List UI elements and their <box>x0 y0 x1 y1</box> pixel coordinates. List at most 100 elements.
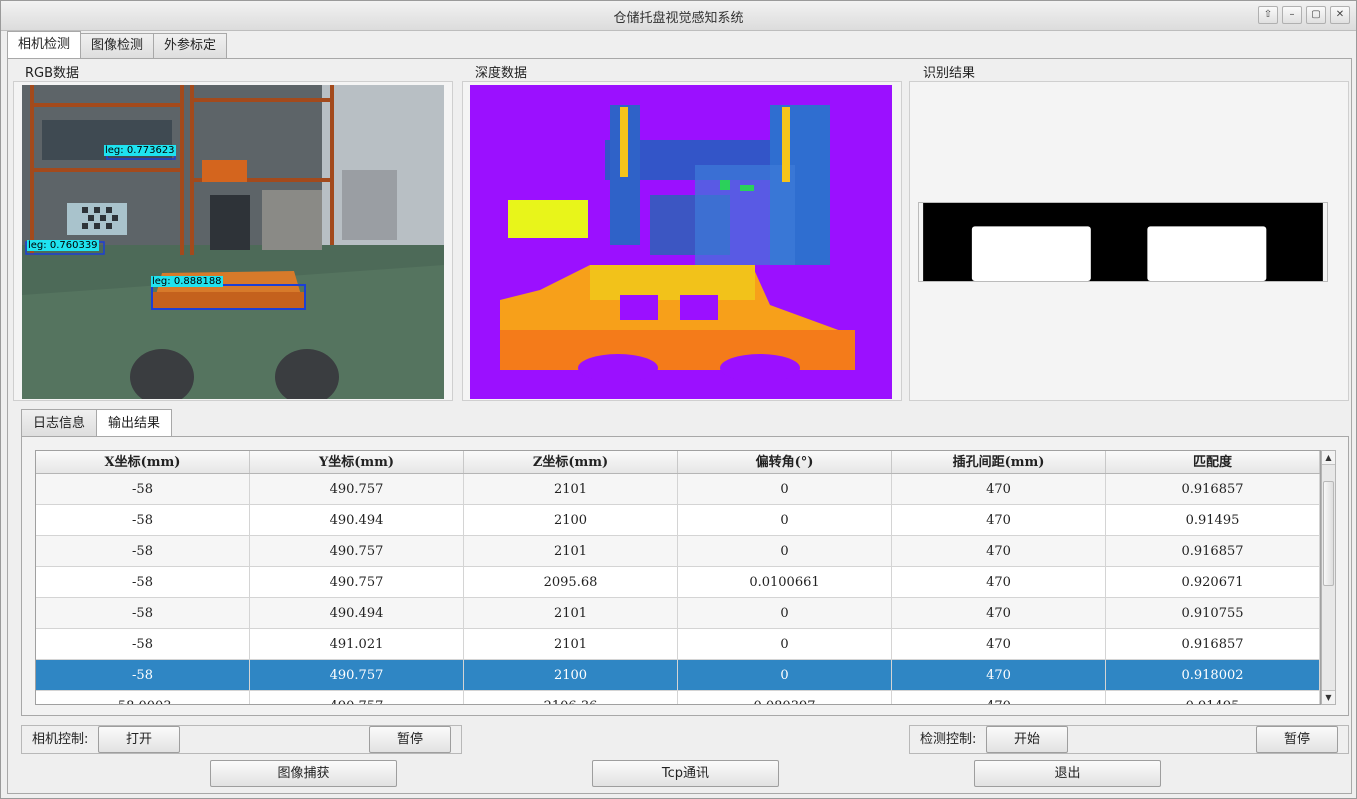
results-table[interactable]: X坐标(mm) Y坐标(mm) Z坐标(mm) 偏转角(°) 插孔间距(mm) … <box>35 450 1321 705</box>
table-row[interactable]: -58 490.494 2101 0 470 0.910755 <box>36 598 1320 629</box>
table-cell: 2101 <box>464 474 678 504</box>
scroll-down-icon[interactable]: ▼ <box>1322 690 1335 704</box>
result-image-panel <box>909 81 1349 401</box>
table-cell: 2101 <box>464 629 678 659</box>
table-row[interactable]: -58 490.757 2100 0 470 0.918002 <box>36 660 1320 691</box>
table-body: -58 490.757 2101 0 470 0.916857 -58 490.494 2100… <box>36 474 1320 704</box>
table-cell: 470 <box>892 691 1106 704</box>
maximize-button[interactable]: ▢ <box>1306 6 1326 24</box>
rgb-panel-label: RGB数据 <box>25 66 80 81</box>
table-header: X坐标(mm) Y坐标(mm) Z坐标(mm) 偏转角(°) 插孔间距(mm) … <box>36 451 1320 474</box>
table-cell: -58 <box>36 598 250 628</box>
table-cell: -58 <box>36 536 250 566</box>
detection-label: leg: 0.760339 <box>27 240 99 251</box>
table-cell: -58 <box>36 505 250 535</box>
table-cell: 0.916857 <box>1106 474 1320 504</box>
detect-start-button[interactable]: 开始 <box>986 726 1068 753</box>
table-cell: 470 <box>892 598 1106 628</box>
detection-label: leg: 0.888188 <box>151 276 223 287</box>
table-cell: 490.757 <box>250 536 464 566</box>
table-vertical-scrollbar[interactable]: ▲ ▼ <box>1321 450 1336 705</box>
scrollbar-thumb[interactable] <box>1323 481 1334 586</box>
table-cell: -58 <box>36 567 250 597</box>
tcp-communication-button[interactable]: Tcp通讯 <box>592 760 779 787</box>
app-window: 仓储托盘视觉感知系统 ⇧ – ▢ ✕ 相机检测 图像检测 外参标定 RGB数据 … <box>0 0 1357 799</box>
table-cell: 2101 <box>464 536 678 566</box>
table-cell: 490.757 <box>250 474 464 504</box>
table-cell: 0.910755 <box>1106 598 1320 628</box>
table-cell: 470 <box>892 505 1106 535</box>
tab-log-info[interactable]: 日志信息 <box>21 409 98 436</box>
main-tab-bar: 相机检测 图像检测 外参标定 <box>7 31 228 58</box>
table-cell: 2101 <box>464 598 678 628</box>
column-header-match-score[interactable]: 匹配度 <box>1106 451 1320 473</box>
table-cell: 470 <box>892 629 1106 659</box>
table-cell: 0.916857 <box>1106 629 1320 659</box>
column-header-hole-spacing[interactable]: 插孔间距(mm) <box>892 451 1106 473</box>
camera-pause-button[interactable]: 暂停 <box>369 726 451 753</box>
close-button[interactable]: ✕ <box>1330 6 1350 24</box>
table-cell: 0 <box>678 629 892 659</box>
table-cell: 490.494 <box>250 505 464 535</box>
depth-image-panel <box>462 81 902 401</box>
table-row[interactable]: -58 490.757 2095.68 0.0100661 470 0.920671 <box>36 567 1320 598</box>
exit-button[interactable]: 退出 <box>974 760 1161 787</box>
column-header-z[interactable]: Z坐标(mm) <box>464 451 678 473</box>
table-cell: 0.918002 <box>1106 660 1320 690</box>
pin-window-button[interactable]: ⇧ <box>1258 6 1278 24</box>
camera-control-label: 相机控制: <box>32 732 89 747</box>
rgb-image-panel: leg: 0.773623 leg: 0.760339 leg: 0.88818… <box>13 81 453 401</box>
table-cell: 490.757 <box>250 567 464 597</box>
detect-pause-button[interactable]: 暂停 <box>1256 726 1338 753</box>
table-row[interactable]: -58 490.757 2101 0 470 0.916857 <box>36 536 1320 567</box>
detect-control-label: 检测控制: <box>920 732 977 747</box>
column-header-y[interactable]: Y坐标(mm) <box>250 451 464 473</box>
table-row[interactable]: -58 491.021 2101 0 470 0.916857 <box>36 629 1320 660</box>
table-cell: 491.021 <box>250 629 464 659</box>
tab-extrinsic-calib[interactable]: 外参标定 <box>153 33 228 58</box>
table-cell: 2106.36 <box>464 691 678 704</box>
table-cell: 490.757 <box>250 660 464 690</box>
table-cell: 490.494 <box>250 598 464 628</box>
table-cell: 470 <box>892 536 1106 566</box>
depth-panel-label: 深度数据 <box>475 66 528 81</box>
tab-output-results[interactable]: 输出结果 <box>96 409 173 436</box>
table-cell: -58 <box>36 629 250 659</box>
minimize-button[interactable]: – <box>1282 6 1302 24</box>
column-header-x[interactable]: X坐标(mm) <box>36 451 250 473</box>
camera-open-button[interactable]: 打开 <box>98 726 180 753</box>
detection-label: leg: 0.773623 <box>104 145 176 156</box>
scroll-up-icon[interactable]: ▲ <box>1322 451 1335 465</box>
detect-control-group: 检测控制: 开始 暂停 <box>909 725 1349 754</box>
table-cell: 0 <box>678 474 892 504</box>
recognition-result-image <box>918 202 1328 282</box>
table-cell: 0.91495 <box>1106 691 1320 704</box>
table-cell: -58 <box>36 474 250 504</box>
tab-camera-detect[interactable]: 相机检测 <box>7 31 82 58</box>
table-cell: 2100 <box>464 660 678 690</box>
image-capture-button[interactable]: 图像捕获 <box>210 760 397 787</box>
table-cell: 0.080397 <box>678 691 892 704</box>
camera-control-group: 相机控制: 打开 暂停 <box>21 725 462 754</box>
table-cell: -58 <box>36 660 250 690</box>
depth-image <box>470 85 892 399</box>
window-title: 仓储托盘视觉感知系统 <box>613 11 744 26</box>
table-cell: 0.916857 <box>1106 536 1320 566</box>
column-header-angle[interactable]: 偏转角(°) <box>678 451 892 473</box>
table-cell: 0.920671 <box>1106 567 1320 597</box>
table-cell: 0 <box>678 598 892 628</box>
table-cell: 0 <box>678 505 892 535</box>
table-cell: 470 <box>892 567 1106 597</box>
table-cell: -58.0003 <box>36 691 250 704</box>
table-cell: 0.91495 <box>1106 505 1320 535</box>
table-row[interactable]: -58 490.494 2100 0 470 0.91495 <box>36 505 1320 536</box>
table-cell: 0 <box>678 660 892 690</box>
table-row[interactable]: -58.0003490.7572106.360.0803974700.91495 <box>36 691 1320 704</box>
tab-image-detect[interactable]: 图像检测 <box>80 33 155 58</box>
output-tab-bar: 日志信息 输出结果 <box>21 409 173 436</box>
table-cell: 0.0100661 <box>678 567 892 597</box>
table-row[interactable]: -58 490.757 2101 0 470 0.916857 <box>36 474 1320 505</box>
table-cell: 0 <box>678 536 892 566</box>
table-cell: 490.757 <box>250 691 464 704</box>
table-cell: 2095.68 <box>464 567 678 597</box>
